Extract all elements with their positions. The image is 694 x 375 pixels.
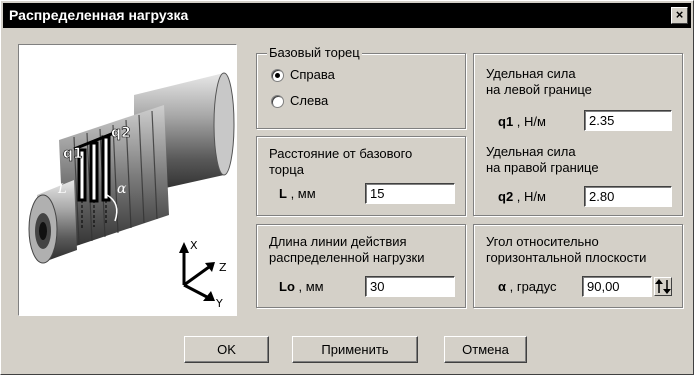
title-bar[interactable]: Распределенная нагрузка × xyxy=(3,3,691,28)
angle-input[interactable]: 90,00 xyxy=(582,276,652,297)
preview-image: q1 q2 L α X Z Y xyxy=(18,44,237,316)
spin-arrows-icon xyxy=(655,279,671,294)
distance-group: Расстояние от базового торца L , мм 15 xyxy=(256,136,466,216)
axis-x-label: X xyxy=(190,239,198,252)
length-title-2: распределенной нагрузки xyxy=(269,250,425,265)
radio-right[interactable] xyxy=(271,69,284,82)
length-symbol: Lo xyxy=(279,279,295,294)
alpha-marker: α xyxy=(117,181,127,197)
distance-label: L , мм xyxy=(279,186,316,201)
q1-input[interactable]: 2.35 xyxy=(584,110,672,131)
length-input[interactable]: 30 xyxy=(365,276,455,297)
angle-group: Угол относительно горизонтальной плоскос… xyxy=(473,224,683,308)
angle-title-2: горизонтальной плоскости xyxy=(486,250,647,265)
angle-symbol: α xyxy=(498,279,506,294)
q2-unit: , Н/м xyxy=(513,189,546,204)
angle-unit: , градус xyxy=(506,279,557,294)
radio-right-label[interactable]: Справа xyxy=(290,67,335,82)
angle-title-1: Угол относительно xyxy=(486,234,599,249)
dialog-window: Распределенная нагрузка × q1 q2 L α X Z … xyxy=(0,0,694,375)
gear-shaft-illustration: q1 q2 L α X Z Y xyxy=(28,72,235,310)
axis-z-label: Z xyxy=(219,261,227,274)
length-title-1: Длина линии действия xyxy=(269,234,407,249)
q1-label: q1 , Н/м xyxy=(498,114,546,129)
length-label: Lo , мм xyxy=(279,279,324,294)
distance-unit: , мм xyxy=(286,186,316,201)
length-group: Длина линии действия распределенной нагр… xyxy=(256,224,466,308)
q1-marker: q1 xyxy=(63,146,83,162)
distance-title-1: Расстояние от базового xyxy=(269,146,413,161)
ok-button[interactable]: OK xyxy=(184,336,269,363)
q1-title-2: на левой границе xyxy=(486,82,592,97)
q2-label: q2 , Н/м xyxy=(498,189,546,204)
force-group: Удельная сила на левой границе q1 , Н/м … xyxy=(473,53,683,216)
q2-marker: q2 xyxy=(111,125,131,141)
q1-title-1: Удельная сила xyxy=(486,66,576,81)
q1-unit: , Н/м xyxy=(513,114,546,129)
q1-symbol: q1 xyxy=(498,114,514,129)
distance-input[interactable]: 15 xyxy=(365,183,455,204)
distance-symbol: L xyxy=(279,186,287,201)
radio-left[interactable] xyxy=(271,95,284,108)
cancel-button[interactable]: Отмена xyxy=(444,336,527,363)
apply-button[interactable]: Применить xyxy=(292,336,418,363)
close-button[interactable]: × xyxy=(671,7,688,24)
distance-title-2: торца xyxy=(269,162,304,177)
radio-right-dot xyxy=(275,73,280,78)
window-title: Распределенная нагрузка xyxy=(9,7,189,23)
axes-triad-icon: X Z Y xyxy=(179,239,227,310)
q2-title-1: Удельная сила xyxy=(486,144,576,159)
axis-y-label: Y xyxy=(215,297,223,310)
base-face-group: Базовый торец Справа Слева xyxy=(256,45,466,129)
base-face-title: Базовый торец xyxy=(267,45,362,60)
angle-spin-button[interactable] xyxy=(654,277,672,296)
q2-title-2: на правой границе xyxy=(486,160,599,175)
length-unit: , мм xyxy=(294,279,324,294)
angle-label: α , градус xyxy=(498,279,556,294)
q2-symbol: q2 xyxy=(498,189,514,204)
l-marker: L xyxy=(57,182,67,197)
q2-input[interactable]: 2.80 xyxy=(584,186,672,207)
radio-left-label[interactable]: Слева xyxy=(290,93,328,108)
